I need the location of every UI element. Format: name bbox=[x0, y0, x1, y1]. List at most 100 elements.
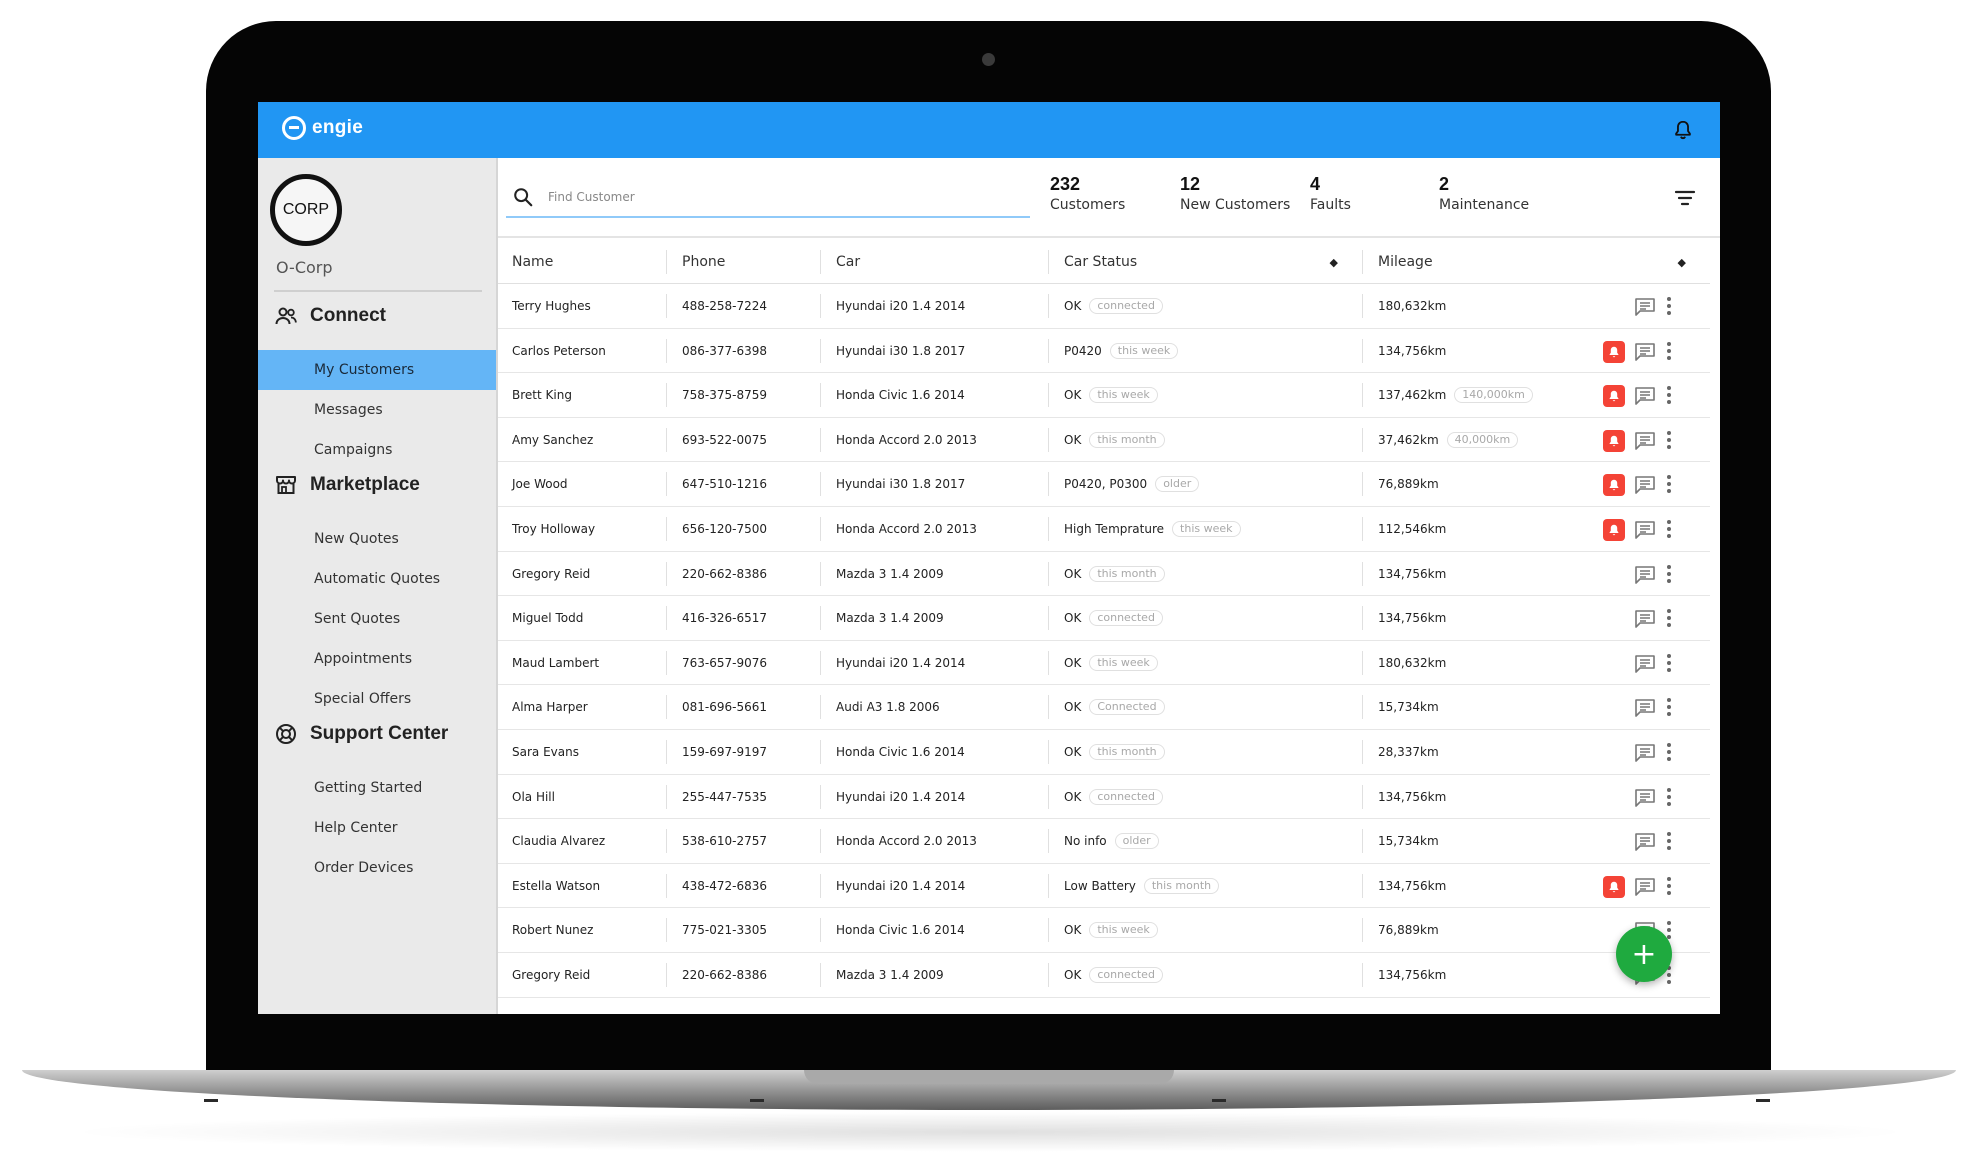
table-row[interactable]: Ola Hill 255-447-7535 Hyundai i20 1.4 2014… bbox=[498, 775, 1710, 820]
table-row[interactable]: Claudia Alvarez 538-610-2757 Honda Accord … bbox=[498, 819, 1710, 864]
table-row[interactable]: Brett King 758-375-8759 Honda Civic 1.6 20… bbox=[498, 373, 1710, 418]
more-vertical-icon[interactable] bbox=[1666, 831, 1672, 851]
sort-icon[interactable]: ◆ bbox=[1678, 256, 1686, 269]
more-vertical-icon[interactable] bbox=[1666, 474, 1672, 494]
col-mileage-header[interactable]: Mileage ◆ bbox=[1378, 240, 1708, 284]
table-row[interactable]: Sara Evans 159-697-9197 Honda Civic 1.6 20… bbox=[498, 730, 1710, 775]
add-customer-button[interactable]: + bbox=[1616, 926, 1672, 982]
col-phone-header[interactable]: Phone bbox=[682, 240, 822, 284]
search-input[interactable] bbox=[548, 190, 988, 204]
message-icon[interactable] bbox=[1634, 342, 1656, 362]
more-vertical-icon[interactable] bbox=[1666, 564, 1672, 584]
column-divider bbox=[666, 739, 667, 764]
message-icon[interactable] bbox=[1634, 877, 1656, 897]
message-icon[interactable] bbox=[1634, 832, 1656, 852]
more-vertical-icon[interactable] bbox=[1666, 787, 1672, 807]
col-car-header[interactable]: Car bbox=[836, 240, 1036, 284]
message-icon[interactable] bbox=[1634, 475, 1656, 495]
more-vertical-icon[interactable] bbox=[1666, 742, 1672, 762]
status-text: OK bbox=[1064, 611, 1082, 626]
nav-item-sent-quotes[interactable]: Sent Quotes bbox=[258, 599, 496, 639]
more-vertical-icon[interactable] bbox=[1666, 296, 1672, 316]
column-divider bbox=[820, 784, 821, 809]
alert-bell-icon[interactable] bbox=[1603, 875, 1625, 898]
table-row[interactable]: Miguel Todd 416-326-6517 Mazda 3 1.4 2009 O… bbox=[498, 596, 1710, 641]
laptop-notch bbox=[804, 1070, 1174, 1084]
message-icon[interactable] bbox=[1634, 698, 1656, 718]
alert-bell-icon[interactable] bbox=[1603, 474, 1625, 497]
stat-label: Faults bbox=[1310, 197, 1351, 213]
more-vertical-icon[interactable] bbox=[1666, 653, 1672, 673]
stat-new-customers: 12 New Customers bbox=[1180, 174, 1290, 213]
table-row[interactable]: Gregory Reid 220-662-8386 Mazda 3 1.4 2009… bbox=[498, 953, 1710, 998]
cell-car-status: OK connected bbox=[1064, 953, 1163, 997]
table-row[interactable]: Gregory Reid 220-662-8386 Mazda 3 1.4 2009… bbox=[498, 552, 1710, 597]
column-label: Car Status bbox=[1064, 254, 1138, 270]
more-vertical-icon[interactable] bbox=[1666, 519, 1672, 539]
message-icon[interactable] bbox=[1634, 431, 1656, 451]
table-row[interactable]: Maud Lambert 763-657-9076 Hyundai i20 1.4 … bbox=[498, 641, 1710, 686]
more-vertical-icon[interactable] bbox=[1666, 697, 1672, 717]
nav-item-automatic-quotes[interactable]: Automatic Quotes bbox=[258, 559, 496, 599]
column-divider bbox=[1048, 383, 1049, 408]
message-icon[interactable] bbox=[1634, 743, 1656, 763]
message-icon[interactable] bbox=[1634, 565, 1656, 585]
nav-item-order-devices[interactable]: Order Devices bbox=[258, 848, 496, 888]
column-divider bbox=[820, 294, 821, 318]
cell-car: Hyundai i30 1.8 2017 bbox=[836, 477, 966, 492]
table-row[interactable]: Alma Harper 081-696-5661 Audi A3 1.8 2006 O… bbox=[498, 685, 1710, 730]
cell-car-status: OK connected bbox=[1064, 596, 1163, 640]
nav-item-new-quotes[interactable]: New Quotes bbox=[258, 519, 496, 559]
nav-item-campaigns[interactable]: Campaigns bbox=[258, 430, 496, 470]
stat-label: Maintenance bbox=[1439, 197, 1530, 213]
column-divider bbox=[820, 516, 821, 541]
nav-item-messages[interactable]: Messages bbox=[258, 390, 496, 430]
message-icon[interactable] bbox=[1634, 654, 1656, 674]
table-row[interactable]: Robert Nunez 775-021-3305 Honda Civic 1.6 … bbox=[498, 908, 1710, 953]
message-icon[interactable] bbox=[1634, 609, 1656, 629]
table-row[interactable]: Troy Holloway 656-120-7500 Honda Accord 2.… bbox=[498, 507, 1710, 552]
column-divider bbox=[1362, 250, 1363, 274]
nav-item-appointments[interactable]: Appointments bbox=[258, 639, 496, 679]
status-text: OK bbox=[1064, 432, 1082, 447]
more-vertical-icon[interactable] bbox=[1666, 385, 1672, 405]
notification-bell-icon[interactable] bbox=[1672, 119, 1694, 141]
more-vertical-icon[interactable] bbox=[1666, 876, 1672, 896]
more-vertical-icon[interactable] bbox=[1666, 608, 1672, 628]
nav-item-special-offers[interactable]: Special Offers bbox=[258, 679, 496, 719]
section-support-center: Support Center bbox=[274, 722, 448, 746]
nav-item-my-customers[interactable]: My Customers bbox=[258, 350, 496, 390]
cell-name: Maud Lambert bbox=[512, 655, 600, 670]
sort-icon[interactable]: ◆ bbox=[1330, 256, 1338, 269]
column-divider bbox=[1362, 472, 1363, 497]
status-badge: this week bbox=[1089, 387, 1158, 404]
nav-item-getting-started[interactable]: Getting Started bbox=[258, 768, 496, 808]
col-name-header[interactable]: Name bbox=[512, 240, 662, 284]
col-car-status-header[interactable]: Car Status ◆ bbox=[1064, 240, 1360, 284]
more-vertical-icon[interactable] bbox=[1666, 430, 1672, 450]
table-row[interactable]: Amy Sanchez 693-522-0075 Honda Accord 2.0 … bbox=[498, 418, 1710, 463]
brand-logo[interactable]: engie bbox=[282, 116, 363, 140]
table-row[interactable]: Carlos Peterson 086-377-6398 Hyundai i30 1… bbox=[498, 329, 1710, 374]
search-bar[interactable] bbox=[506, 178, 1030, 218]
alert-bell-icon[interactable] bbox=[1603, 385, 1625, 408]
nav-item-help-center[interactable]: Help Center bbox=[258, 808, 496, 848]
table-row[interactable]: Joe Wood 647-510-1216 Hyundai i30 1.8 2017… bbox=[498, 462, 1710, 507]
column-divider bbox=[1048, 516, 1049, 541]
message-icon[interactable] bbox=[1634, 386, 1656, 406]
message-icon[interactable] bbox=[1634, 297, 1656, 317]
message-icon[interactable] bbox=[1634, 788, 1656, 808]
alert-bell-icon[interactable] bbox=[1603, 429, 1625, 452]
filter-icon[interactable] bbox=[1674, 188, 1696, 208]
more-vertical-icon[interactable] bbox=[1666, 341, 1672, 361]
message-icon[interactable] bbox=[1634, 520, 1656, 540]
status-badge: this month bbox=[1089, 743, 1165, 760]
column-label: Name bbox=[512, 254, 554, 270]
status-badge: Connected bbox=[1089, 699, 1165, 716]
table-row[interactable]: Estella Watson 438-472-6836 Hyundai i20 1.… bbox=[498, 864, 1710, 909]
cell-name: Gregory Reid bbox=[512, 566, 591, 581]
alert-bell-icon[interactable] bbox=[1603, 340, 1625, 363]
alert-bell-icon[interactable] bbox=[1603, 518, 1625, 541]
table-row[interactable]: Terry Hughes 488-258-7224 Hyundai i20 1.4 … bbox=[498, 284, 1710, 329]
cell-name: Estella Watson bbox=[512, 878, 601, 893]
